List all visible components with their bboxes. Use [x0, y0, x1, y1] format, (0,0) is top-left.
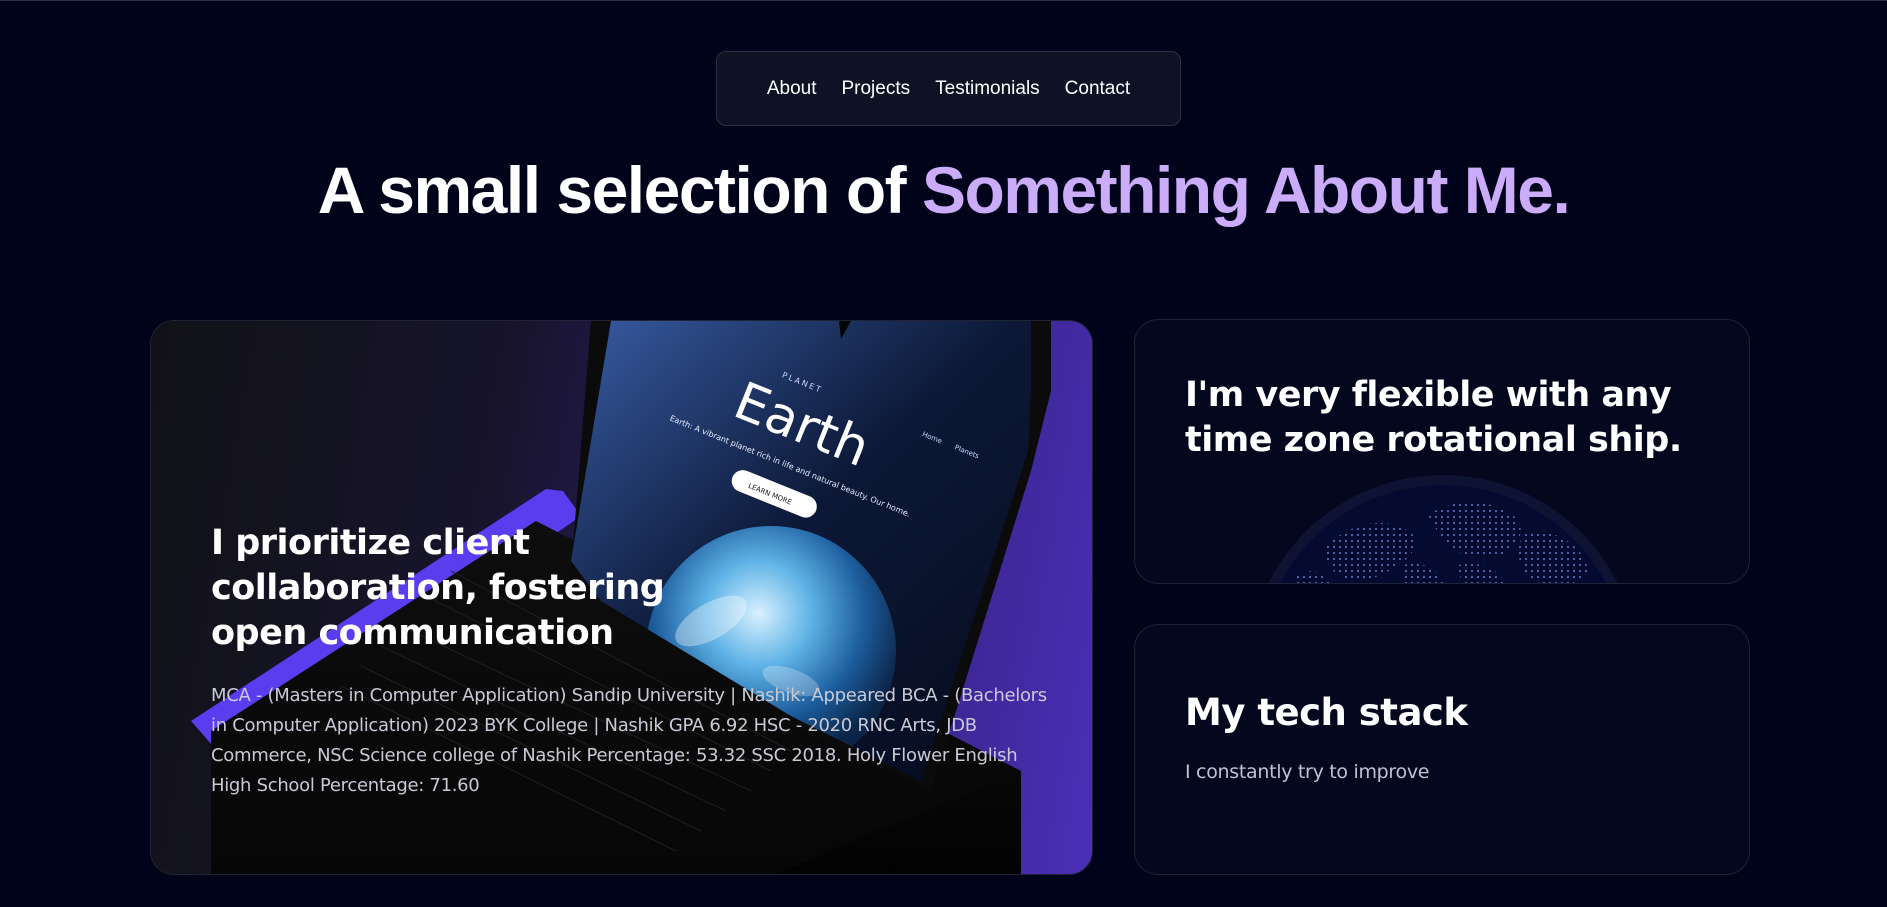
- nav-link-contact[interactable]: Contact: [1065, 78, 1130, 100]
- timezone-title: I'm very flexible with any time zone rot…: [1185, 375, 1682, 460]
- nav-link-about[interactable]: About: [767, 78, 817, 100]
- globe-icon: [1268, 475, 1618, 583]
- heading-prefix: A small selection of: [317, 153, 922, 227]
- tech-stack-subtitle: I constantly try to improve: [1185, 761, 1430, 783]
- tech-stack-title: My tech stack: [1185, 691, 1468, 734]
- heading-accent: Something About Me.: [921, 153, 1571, 227]
- floating-navbar: About Projects Testimonials Contact: [716, 51, 1181, 126]
- top-border: [0, 0, 1887, 1]
- timezone-card: I'm very flexible with any time zone rot…: [1134, 319, 1750, 584]
- collaboration-title: I prioritize client collaboration, foste…: [211, 523, 665, 653]
- tech-stack-card: My tech stack I constantly try to improv…: [1134, 624, 1750, 875]
- section-heading: A small selection of Something About Me.: [0, 152, 1887, 228]
- nav-link-testimonials[interactable]: Testimonials: [935, 78, 1040, 100]
- education-description: MCA - (Masters in Computer Application) …: [211, 685, 1047, 796]
- nav-link-projects[interactable]: Projects: [841, 78, 910, 100]
- collaboration-card: PLANET Earth Earth: A vibrant planet ric…: [150, 320, 1093, 875]
